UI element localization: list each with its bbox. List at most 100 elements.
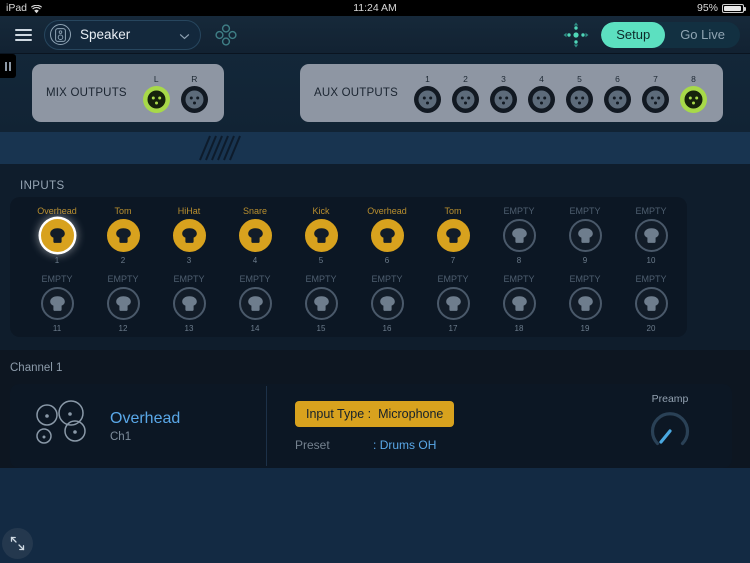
input-xlr-icon[interactable] — [502, 287, 536, 320]
input-number-label: 20 — [646, 324, 656, 333]
footer-area — [0, 468, 750, 563]
input-name-label: EMPTY — [239, 274, 271, 284]
outputs-band: MIX OUTPUTS LR AUX OUTPUTS 12345678 — [0, 54, 750, 132]
input-xlr-icon[interactable] — [304, 287, 338, 320]
mode-segmented-control: Setup Go Live — [601, 21, 740, 48]
preamp-knob[interactable] — [646, 407, 694, 460]
tab-setup[interactable]: Setup — [601, 21, 666, 48]
input-slot-4[interactable]: Snare 4 — [222, 205, 288, 273]
input-xlr-icon[interactable] — [568, 287, 602, 320]
xlr-connector-icon[interactable] — [490, 85, 517, 113]
preset-value[interactable]: : Drums OH — [373, 438, 436, 452]
chevron-down-icon — [179, 29, 190, 40]
input-slot-1[interactable]: Overhead 1 — [24, 205, 90, 273]
input-type-field[interactable]: Input Type : Microphone — [295, 400, 455, 427]
input-xlr-icon[interactable] — [370, 219, 404, 252]
ios-status-bar: iPad 11:24 AM 95% — [0, 0, 750, 16]
hamburger-icon[interactable] — [4, 28, 42, 41]
tab-go-live[interactable]: Go Live — [665, 22, 740, 48]
input-slot-18[interactable]: EMPTY 18 — [486, 273, 552, 341]
mix-output-jack-R: R — [179, 74, 210, 113]
input-name-label: EMPTY — [503, 206, 535, 216]
channel-identity: Overhead Ch1 — [110, 410, 260, 443]
aux-output-jack-number: 4 — [539, 73, 544, 84]
xlr-connector-icon[interactable] — [642, 85, 669, 113]
input-slot-2[interactable]: Tom 2 — [90, 205, 156, 273]
xlr-connector-icon[interactable] — [414, 85, 441, 113]
pan-arrows-icon[interactable] — [561, 20, 591, 50]
drawer-grip-handle[interactable] — [0, 54, 16, 78]
preamp-label: Preamp — [651, 392, 689, 405]
expand-collapse-icon[interactable] — [2, 528, 33, 559]
input-slot-3[interactable]: HiHat 3 — [156, 205, 222, 273]
input-name-label: Tom — [444, 206, 462, 216]
mix-outputs-panel: MIX OUTPUTS LR — [32, 64, 224, 122]
xlr-connector-icon[interactable] — [142, 85, 170, 113]
channel-divider — [266, 386, 267, 466]
input-xlr-icon[interactable] — [436, 287, 470, 320]
mix-outputs-label: MIX OUTPUTS — [46, 87, 127, 99]
status-time: 11:24 AM — [353, 2, 397, 14]
input-number-label: 8 — [516, 256, 522, 265]
input-number-label: 10 — [646, 256, 656, 265]
xlr-connector-icon[interactable] — [452, 85, 479, 113]
input-number-label: 12 — [118, 324, 128, 333]
xlr-connector-icon[interactable] — [680, 85, 707, 113]
input-slot-13[interactable]: EMPTY 13 — [156, 273, 222, 341]
input-xlr-icon[interactable] — [172, 287, 206, 320]
input-type-label: Input Type : — [306, 406, 372, 421]
aux-output-jack-number: 5 — [577, 73, 582, 84]
input-slot-14[interactable]: EMPTY 14 — [222, 273, 288, 341]
input-xlr-icon[interactable] — [106, 219, 140, 252]
input-xlr-icon[interactable] — [40, 287, 74, 320]
input-slot-5[interactable]: Kick 5 — [288, 205, 354, 273]
aux-output-jack-8: 8 — [678, 74, 709, 113]
input-xlr-icon[interactable] — [106, 287, 140, 320]
aux-output-jack-4: 4 — [526, 74, 557, 113]
input-xlr-icon[interactable] — [634, 287, 668, 320]
input-xlr-icon[interactable] — [436, 219, 470, 252]
mix-jack-list: LR — [141, 74, 210, 113]
input-slot-17[interactable]: EMPTY 17 — [420, 273, 486, 341]
input-slot-19[interactable]: EMPTY 19 — [552, 273, 618, 341]
input-xlr-icon[interactable] — [634, 219, 668, 252]
channel-fields: Input Type : Microphone Preset : Drums O… — [295, 400, 455, 452]
speaker-icon — [50, 24, 71, 45]
input-slot-8[interactable]: EMPTY 8 — [486, 205, 552, 273]
xlr-connector-icon[interactable] — [566, 85, 593, 113]
input-xlr-icon[interactable] — [172, 219, 206, 252]
input-xlr-icon[interactable] — [304, 219, 338, 252]
xlr-connector-icon[interactable] — [180, 85, 208, 113]
input-number-label: 16 — [382, 324, 392, 333]
input-slot-6[interactable]: Overhead 6 — [354, 205, 420, 273]
input-slot-7[interactable]: Tom 7 — [420, 205, 486, 273]
input-number-label: 7 — [450, 256, 456, 265]
four-dot-cluster-icon[interactable] — [209, 18, 243, 52]
input-slot-15[interactable]: EMPTY 15 — [288, 273, 354, 341]
device-selector[interactable]: Speaker — [44, 19, 201, 50]
aux-outputs-panel: AUX OUTPUTS 1 2 3 4 5 6 7 8 — [300, 64, 723, 122]
input-xlr-icon[interactable] — [40, 219, 74, 252]
input-slot-20[interactable]: EMPTY 20 — [618, 273, 684, 341]
input-xlr-icon[interactable] — [238, 219, 272, 252]
input-name-label: EMPTY — [635, 206, 667, 216]
input-slot-12[interactable]: EMPTY 12 — [90, 273, 156, 341]
xlr-connector-icon[interactable] — [604, 85, 631, 113]
input-xlr-icon[interactable] — [502, 219, 536, 252]
input-xlr-icon[interactable] — [238, 287, 272, 320]
aux-output-jack-6: 6 — [602, 74, 633, 113]
input-number-label: 5 — [318, 256, 324, 265]
aux-output-jack-1: 1 — [412, 74, 443, 113]
input-xlr-icon[interactable] — [568, 219, 602, 252]
xlr-connector-icon[interactable] — [528, 85, 555, 113]
input-xlr-icon[interactable] — [370, 287, 404, 320]
input-slot-11[interactable]: EMPTY 11 — [24, 273, 90, 341]
input-number-label: 14 — [250, 324, 260, 333]
input-slot-16[interactable]: EMPTY 16 — [354, 273, 420, 341]
input-name-label: EMPTY — [437, 274, 469, 284]
input-slot-10[interactable]: EMPTY 10 — [618, 205, 684, 273]
input-slot-9[interactable]: EMPTY 9 — [552, 205, 618, 273]
input-name-label: EMPTY — [305, 274, 337, 284]
input-number-label: 13 — [184, 324, 194, 333]
input-number-label: 11 — [52, 324, 62, 333]
